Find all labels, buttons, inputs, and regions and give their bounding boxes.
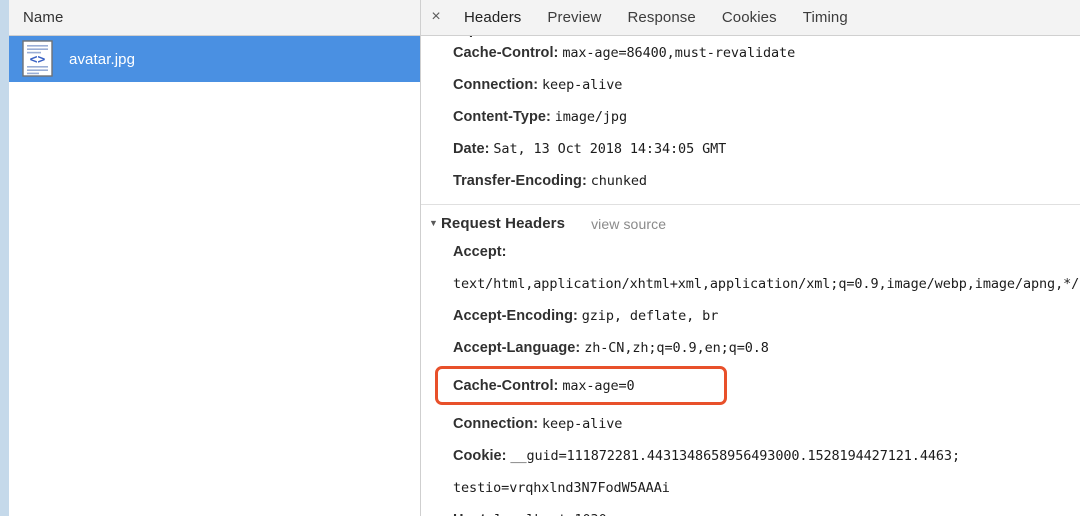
header-row-connection-request: Connection: keep-alive	[421, 408, 1080, 440]
header-row-content-type: Content-Type: image/jpg	[421, 101, 1080, 133]
header-name: Connection:	[453, 77, 538, 93]
header-value: chunked	[591, 173, 647, 189]
request-detail-panel: × Headers Preview Response Cookies Timin…	[421, 0, 1080, 516]
tab-headers[interactable]: Headers	[451, 0, 534, 36]
header-row-accept-encoding: Accept-Encoding: gzip, deflate, br	[421, 300, 1080, 332]
devtools-network-panel: Name <> avatar.jpg	[0, 0, 1080, 516]
section-header-request-headers[interactable]: ▼ Request Headers view source	[421, 211, 1080, 236]
list-item-label: avatar.jpg	[69, 51, 135, 68]
view-source-link-request[interactable]: view source	[591, 216, 666, 232]
header-value: keep-alive	[542, 77, 622, 93]
header-value: text/html,application/xhtml+xml,applicat…	[453, 276, 1080, 292]
header-value: Sat, 13 Oct 2018 14:34:05 GMT	[493, 141, 726, 157]
chevron-down-icon[interactable]: ▼	[429, 219, 441, 228]
header-row-transfer-encoding: Transfer-Encoding: chunked	[421, 165, 1080, 197]
header-row-cookie: Cookie: __guid=111872281.443134865895649…	[421, 440, 1080, 504]
request-list-header: Name	[9, 0, 420, 36]
section-title-label: Request Headers	[441, 215, 565, 232]
header-name: Cache-Control:	[453, 45, 558, 61]
column-header-name[interactable]: Name	[9, 9, 63, 26]
highlighted-header-region: Cache-Control: max-age=0	[421, 364, 1080, 408]
header-row-cache-control-request: Cache-Control: max-age=0	[421, 364, 1080, 408]
svg-text:<>: <>	[30, 53, 46, 68]
header-value: max-age=0	[562, 378, 634, 394]
header-value: localhost:1030	[494, 512, 606, 516]
header-name: Cache-Control:	[453, 378, 558, 394]
header-row-accept: Accept: text/html,application/xhtml+xml,…	[421, 236, 1080, 300]
headers-content[interactable]: ▼ Response Headers view source Cache-Con…	[421, 36, 1080, 516]
left-edge-strip	[0, 0, 9, 516]
tab-preview[interactable]: Preview	[534, 0, 614, 36]
header-value: keep-alive	[542, 416, 622, 432]
tab-timing[interactable]: Timing	[790, 0, 861, 36]
header-value: zh-CN,zh;q=0.9,en;q=0.8	[584, 340, 769, 356]
detail-tabbar: × Headers Preview Response Cookies Timin…	[421, 0, 1080, 36]
header-name: Content-Type:	[453, 109, 551, 125]
header-name: Accept:	[453, 244, 507, 260]
close-icon[interactable]: ×	[421, 9, 451, 26]
header-row-connection-response: Connection: keep-alive	[421, 69, 1080, 101]
header-row-cache-control-response: Cache-Control: max-age=86400,must-revali…	[421, 37, 1080, 69]
request-list-panel: Name <> avatar.jpg	[9, 0, 421, 516]
header-name: Connection:	[453, 416, 538, 432]
header-value: gzip, deflate, br	[582, 308, 718, 324]
header-row-host: Host: localhost:1030	[421, 504, 1080, 516]
tab-cookies[interactable]: Cookies	[709, 0, 790, 36]
header-value: __guid=111872281.4431348658956493000.152…	[453, 448, 960, 496]
header-name: Date:	[453, 141, 490, 157]
header-name: Cookie:	[453, 448, 507, 464]
section-divider	[421, 204, 1080, 205]
list-item[interactable]: <> avatar.jpg	[9, 36, 420, 82]
header-name: Accept-Language:	[453, 340, 580, 356]
header-value: max-age=86400,must-revalidate	[562, 45, 795, 61]
header-row-date: Date: Sat, 13 Oct 2018 14:34:05 GMT	[421, 133, 1080, 165]
tab-response[interactable]: Response	[614, 0, 708, 36]
header-name: Transfer-Encoding:	[453, 173, 587, 189]
header-row-accept-language: Accept-Language: zh-CN,zh;q=0.9,en;q=0.8	[421, 332, 1080, 364]
header-name: Accept-Encoding:	[453, 308, 578, 324]
header-value: image/jpg	[555, 109, 627, 125]
header-name: Host:	[453, 512, 490, 516]
code-document-icon: <>	[21, 40, 55, 78]
